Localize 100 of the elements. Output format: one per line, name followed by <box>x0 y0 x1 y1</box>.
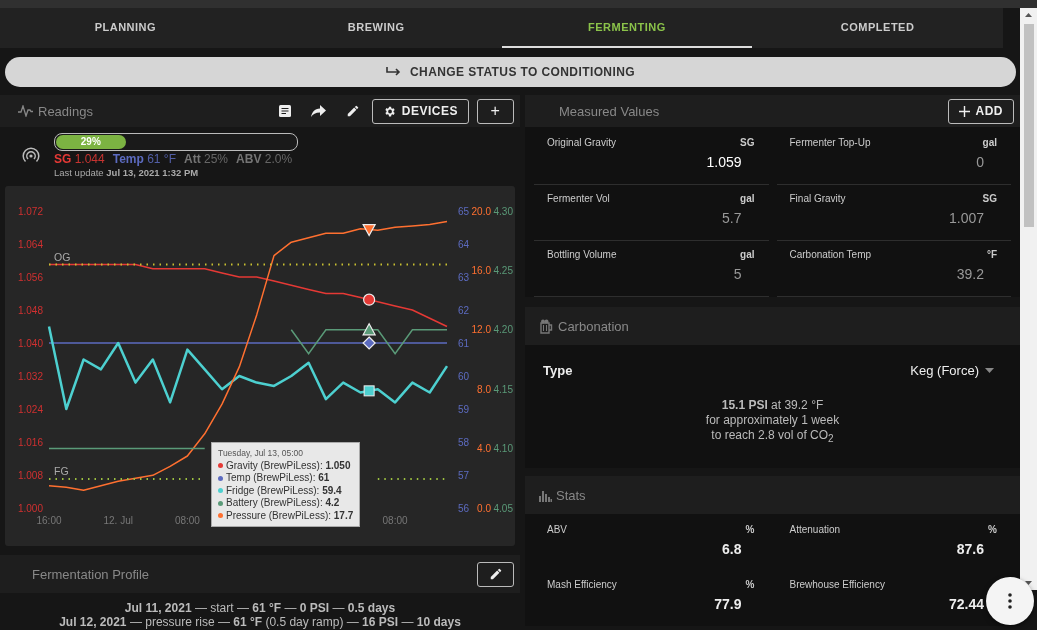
reference-line-label: FG <box>54 465 69 478</box>
tab[interactable]: PLANNING <box>0 8 251 48</box>
type-select[interactable]: Keg (Force) <box>910 363 994 378</box>
section-title: Readings <box>38 103 93 119</box>
unit-label: gal <box>740 193 755 204</box>
scroll-up-arrow-icon[interactable] <box>1025 13 1032 17</box>
axis-tick-label: 1.072 <box>17 205 43 217</box>
stat-label: Attenuation <box>789 524 841 536</box>
axis-tick-label: 12.0 <box>471 324 491 336</box>
axis-tick-label: 1.048 <box>17 304 43 316</box>
edit-profile-button[interactable] <box>477 561 514 587</box>
axis-tick-label: 1.016 <box>17 436 43 448</box>
reading-value: Att 25% <box>184 151 229 166</box>
stat-label: Mash Efficiency <box>547 579 617 591</box>
reading-value: ABV 2.0% <box>236 151 293 166</box>
tooltip-entry: Fridge (BrewPiLess): 59.4 <box>226 484 342 497</box>
carbonation-text: 15.1 PSI at 39.2 °F for approximately 1 week to reach 2.8 vol of CO$_{2}$ <box>525 378 1020 469</box>
axis-tick-label: 1.032 <box>17 370 43 382</box>
unit-label: % <box>745 524 755 536</box>
field-label: Carbonation Temp <box>789 249 872 260</box>
scroll-down-arrow-icon[interactable] <box>1025 581 1032 585</box>
tab[interactable]: COMPLETED <box>752 8 1003 48</box>
field-value[interactable]: 5.7 <box>547 210 755 226</box>
tooltip-title: Tuesday, Jul 13, 05:00 <box>218 447 305 460</box>
profile-step: Jul 12, 2021 — pressure rise — 61 °F (0.5 day ramp) — 16 PSI — 10 days <box>0 615 520 629</box>
add-button[interactable]: ADD <box>947 98 1014 124</box>
unit-label: % <box>745 579 755 591</box>
field-value[interactable]: 0 <box>789 154 997 170</box>
axis-tick-label: 08:00 <box>174 515 200 526</box>
axis-tick-label: 4.10 <box>493 443 513 455</box>
axis-tick-label: 56 <box>457 502 469 514</box>
stat-label: ABV <box>547 524 567 536</box>
type-label: Type <box>543 363 573 378</box>
pulse-icon <box>18 105 34 117</box>
arrow-icon <box>386 66 403 78</box>
pencil-icon <box>345 104 360 118</box>
axis-tick-label: 1.064 <box>17 238 43 250</box>
axis-tick-label: 8.0 <box>477 383 491 395</box>
pencil-icon <box>488 567 503 581</box>
tooltip-entry: Battery (BrewPiLess): 4.2 <box>226 497 340 510</box>
unit-label: gal <box>740 249 755 260</box>
change-status-button[interactable]: CHANGE STATUS TO CONDITIONING <box>5 57 1016 87</box>
axis-tick-label: 4.0 <box>477 443 491 455</box>
tab[interactable]: BREWING <box>250 8 502 48</box>
progress-fill: 29% <box>56 134 126 149</box>
axis-tick-label: 4.20 <box>493 324 513 336</box>
axis-tick-label: 63 <box>457 271 469 283</box>
kebab-menu-icon <box>1008 593 1012 609</box>
field-value[interactable]: 1.059 <box>547 154 755 170</box>
axis-tick-label: 61 <box>457 337 469 349</box>
axis-tick-label: 1.024 <box>17 403 43 415</box>
notes-icon <box>277 104 292 118</box>
tooltip-entry: Gravity (BrewPiLess): 1.050 <box>226 459 351 472</box>
profile-step: Jul 11, 2021 — start — 61 °F — 0 PSI — 0.5 days <box>0 601 520 615</box>
axis-tick-label: 20.0 <box>471 205 491 217</box>
tab[interactable]: FERMENTING <box>501 8 753 48</box>
axis-tick-label: 1.008 <box>17 469 43 481</box>
caret-icon <box>985 368 994 373</box>
axis-tick-label: 62 <box>457 304 469 316</box>
reading-value: SG 1.044 <box>54 151 105 166</box>
axis-tick-label: 4.05 <box>493 502 513 514</box>
section-title: Fermentation Profile <box>31 566 150 582</box>
field-label: Bottling Volume <box>547 249 617 260</box>
unit-label: gal <box>982 137 997 148</box>
axis-tick-label: 1.040 <box>17 337 43 349</box>
section-title: Measured Values <box>558 103 660 119</box>
scrollbar[interactable] <box>1020 8 1037 590</box>
field-value[interactable]: 5 <box>547 266 755 282</box>
stat-value: 77.9 <box>713 596 743 613</box>
field-label: Fermenter Vol <box>547 193 610 204</box>
tooltip-entry: Pressure (BrewPiLess): 17.7 <box>226 509 354 522</box>
unit-label: SG <box>740 137 755 148</box>
devices-button[interactable]: DEVICES <box>371 98 469 124</box>
broadcast-icon <box>22 147 40 163</box>
axis-tick-label: 1.000 <box>17 502 43 514</box>
axis-tick-label: 4.25 <box>493 264 513 276</box>
reading-value: Temp 61 °F <box>112 151 176 166</box>
last-update-text: Last update Jul 13, 2021 1:32 PM <box>54 166 200 178</box>
field-value[interactable]: 39.2 <box>789 266 997 282</box>
stat-value: 87.6 <box>955 541 985 558</box>
axis-tick-label: 4.15 <box>493 383 513 395</box>
field-label: Original Gravity <box>547 137 616 148</box>
plus-icon <box>958 105 970 117</box>
axis-tick-label: 1.056 <box>17 271 43 283</box>
axis-tick-label: 4.30 <box>493 205 513 217</box>
add-button[interactable]: + <box>477 98 514 124</box>
axis-tick-label: 16.0 <box>471 264 491 276</box>
axis-tick-label: 57 <box>457 469 469 481</box>
axis-tick-label: 16:00 <box>36 515 62 526</box>
scrollbar-thumb[interactable] <box>1023 24 1034 227</box>
axis-tick-label: 12. Jul <box>103 515 133 526</box>
field-label: Final Gravity <box>789 193 846 204</box>
unit-label: °F <box>986 249 997 260</box>
axis-tick-label: 60 <box>457 370 469 382</box>
axis-tick-label: 58 <box>457 436 469 448</box>
axis-tick-label: 08:00 <box>382 515 408 526</box>
share-arrow-icon <box>311 105 327 117</box>
field-value[interactable]: 1.007 <box>789 210 997 226</box>
unit-label: % <box>988 524 997 536</box>
stat-value: 72.44 <box>947 596 985 613</box>
